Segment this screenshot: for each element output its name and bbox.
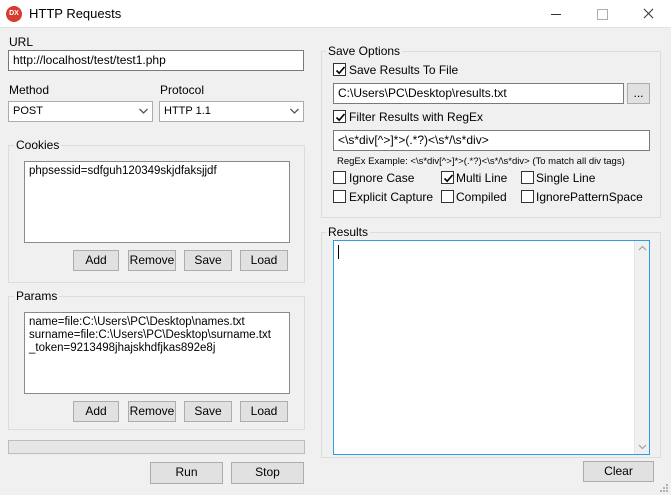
compiled-label: Compiled <box>456 190 507 204</box>
method-label: Method <box>9 83 50 97</box>
cookies-load-button[interactable]: Load <box>240 250 288 271</box>
multi-line-checkbox[interactable] <box>441 171 454 184</box>
scroll-down-icon[interactable] <box>638 444 647 450</box>
save-options-label: Save Options <box>326 44 403 58</box>
params-load-button[interactable]: Load <box>240 401 288 422</box>
single-line-label: Single Line <box>536 171 596 185</box>
protocol-select[interactable]: HTTP 1.1 <box>159 101 304 122</box>
minimize-button[interactable] <box>533 0 579 28</box>
progress-bar <box>8 440 305 454</box>
ignore-pattern-space-checkbox[interactable] <box>521 190 534 203</box>
ignore-pattern-space-label: IgnorePatternSpace <box>536 190 643 204</box>
filter-regex-checkbox[interactable] <box>333 110 346 123</box>
save-to-file-label: Save Results To File <box>349 63 459 77</box>
explicit-capture-checkbox[interactable] <box>333 190 346 203</box>
filter-regex-label: Filter Results with RegEx <box>349 110 484 124</box>
multi-line-label: Multi Line <box>456 171 508 185</box>
window-title: HTTP Requests <box>29 6 122 21</box>
app-icon: DX <box>6 6 22 22</box>
checkmark-icon <box>335 113 346 122</box>
ignore-case-checkbox[interactable] <box>333 171 346 184</box>
chevron-down-icon <box>290 108 299 114</box>
checkmark-icon <box>335 66 346 75</box>
cookies-add-button[interactable]: Add <box>73 250 119 271</box>
compiled-checkbox[interactable] <box>441 190 454 203</box>
params-label: Params <box>14 289 60 303</box>
regex-input[interactable]: <\s*div[^>]*>(.*?)<\s*/\s*div> <box>333 130 650 151</box>
cookies-textarea[interactable]: phpsessid=sdfguh120349skjdfaksjjdf <box>24 161 290 243</box>
method-value: POST <box>13 105 43 117</box>
params-remove-button[interactable]: Remove <box>128 401 176 422</box>
params-textarea[interactable]: name=file:C:\Users\PC\Desktop\names.txt … <box>24 312 290 394</box>
url-label: URL <box>9 35 34 49</box>
protocol-value: HTTP 1.1 <box>164 105 211 117</box>
save-to-file-checkbox[interactable] <box>333 63 346 76</box>
chevron-down-icon <box>139 108 148 114</box>
cookies-remove-button[interactable]: Remove <box>128 250 176 271</box>
method-select[interactable]: POST <box>8 101 153 122</box>
ignore-case-label: Ignore Case <box>349 171 415 185</box>
cookies-label: Cookies <box>14 138 62 152</box>
clear-button[interactable]: Clear <box>583 461 654 482</box>
checkmark-icon <box>443 174 454 183</box>
scroll-up-icon[interactable] <box>638 245 647 251</box>
explicit-capture-label: Explicit Capture <box>349 190 434 204</box>
cookies-save-button[interactable]: Save <box>184 250 232 271</box>
single-line-checkbox[interactable] <box>521 171 534 184</box>
results-textarea[interactable] <box>333 240 650 455</box>
text-caret <box>338 245 339 259</box>
regex-example-text: RegEx Example: <\s*div[^>]*>(.*?)<\s*/\s… <box>337 156 625 167</box>
url-input[interactable]: http://localhost/test/test1.php <box>8 50 304 71</box>
protocol-label: Protocol <box>160 83 205 97</box>
browse-button[interactable]: ... <box>627 83 650 104</box>
resize-grip-icon[interactable] <box>659 483 669 493</box>
results-label: Results <box>326 225 371 239</box>
run-button[interactable]: Run <box>150 462 223 484</box>
stop-button[interactable]: Stop <box>231 462 304 484</box>
results-scrollbar[interactable] <box>634 241 649 454</box>
params-add-button[interactable]: Add <box>73 401 119 422</box>
file-path-input[interactable]: C:\Users\PC\Desktop\results.txt <box>333 83 624 104</box>
maximize-button[interactable] <box>579 0 625 28</box>
params-save-button[interactable]: Save <box>184 401 232 422</box>
close-button[interactable] <box>625 0 671 28</box>
